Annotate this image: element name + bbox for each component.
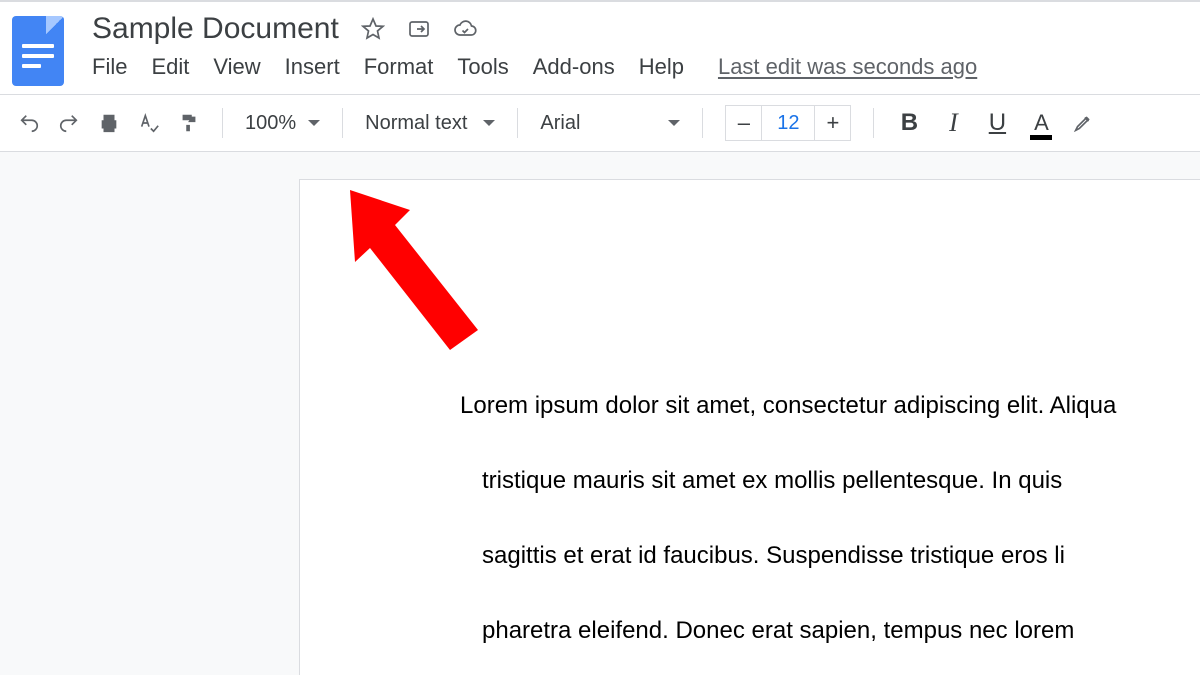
font-size-input[interactable]: 12 — [762, 106, 814, 140]
menu-edit[interactable]: Edit — [151, 54, 189, 80]
decrease-font-size-button[interactable]: – — [726, 106, 762, 140]
docs-logo[interactable] — [12, 16, 64, 86]
zoom-value: 100% — [245, 112, 296, 135]
toolbar: 100% Normal text Arial – 12 + B I U A — [0, 94, 1200, 152]
redo-icon[interactable] — [58, 112, 80, 134]
menu-tools[interactable]: Tools — [457, 54, 508, 80]
star-icon[interactable] — [361, 17, 385, 41]
zoom-dropdown[interactable]: 100% — [245, 112, 320, 135]
body-line: sagittis et erat id faucibus. Suspendiss… — [460, 542, 1065, 569]
move-to-folder-icon[interactable] — [407, 17, 431, 41]
menu-format[interactable]: Format — [364, 54, 434, 80]
separator — [222, 108, 223, 138]
font-family-value: Arial — [540, 112, 580, 135]
separator — [873, 108, 874, 138]
chevron-down-icon — [668, 120, 680, 126]
chevron-down-icon — [308, 120, 320, 126]
spellcheck-icon[interactable] — [138, 112, 160, 134]
canvas-area: Lorem ipsum dolor sit amet, consectetur … — [0, 152, 1200, 675]
italic-button[interactable]: I — [940, 108, 966, 138]
menu-help[interactable]: Help — [639, 54, 684, 80]
annotation-arrow-icon — [340, 190, 480, 350]
document-body[interactable]: Lorem ipsum dolor sit amet, consectetur … — [460, 350, 1200, 675]
print-icon[interactable] — [98, 112, 120, 134]
undo-icon[interactable] — [18, 112, 40, 134]
body-line: tristique mauris sit amet ex mollis pell… — [460, 467, 1062, 494]
cloud-saved-icon[interactable] — [453, 17, 477, 41]
menu-insert[interactable]: Insert — [285, 54, 340, 80]
increase-font-size-button[interactable]: + — [814, 106, 850, 140]
body-line: pharetra eleifend. Donec erat sapien, te… — [460, 617, 1074, 644]
last-edit-link[interactable]: Last edit was seconds ago — [718, 54, 977, 80]
document-page[interactable]: Lorem ipsum dolor sit amet, consectetur … — [300, 180, 1200, 675]
text-color-button[interactable]: A — [1028, 110, 1054, 136]
highlight-color-icon[interactable] — [1072, 112, 1094, 134]
separator — [342, 108, 343, 138]
bold-button[interactable]: B — [896, 109, 922, 137]
separator — [517, 108, 518, 138]
paint-format-icon[interactable] — [178, 112, 200, 134]
menu-addons[interactable]: Add-ons — [533, 54, 615, 80]
menu-bar: File Edit View Insert Format Tools Add-o… — [92, 54, 1188, 94]
body-line: Lorem ipsum dolor sit amet, consectetur … — [460, 392, 1116, 419]
menu-view[interactable]: View — [213, 54, 260, 80]
document-title[interactable]: Sample Document — [92, 12, 339, 46]
underline-button[interactable]: U — [984, 109, 1010, 137]
menu-file[interactable]: File — [92, 54, 127, 80]
font-family-dropdown[interactable]: Arial — [540, 112, 680, 135]
font-size-stepper: – 12 + — [725, 105, 851, 141]
separator — [702, 108, 703, 138]
paragraph-style-value: Normal text — [365, 112, 467, 135]
paragraph-style-dropdown[interactable]: Normal text — [365, 112, 495, 135]
chevron-down-icon — [483, 120, 495, 126]
